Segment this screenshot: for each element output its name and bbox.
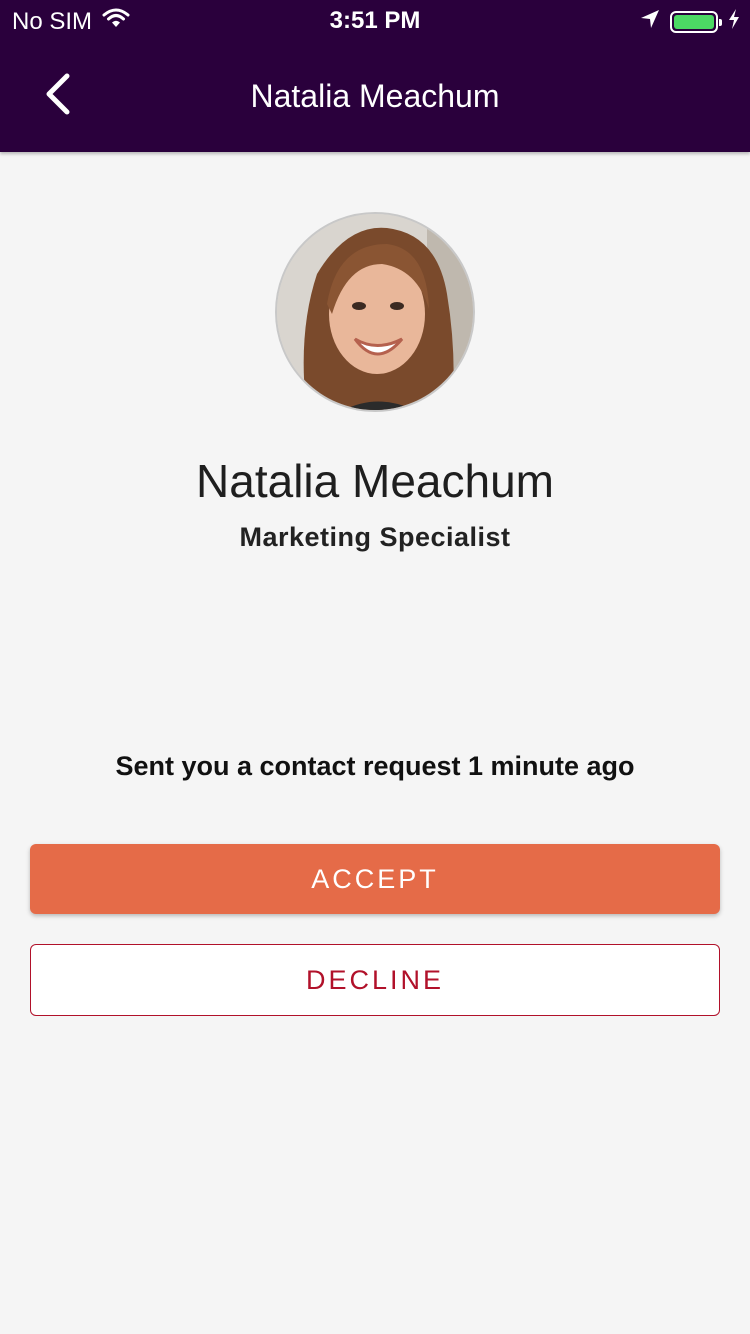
request-message: Sent you a contact request 1 minute ago bbox=[115, 751, 635, 781]
profile-name: Natalia Meachum bbox=[196, 455, 554, 507]
navigation-bar: Natalia Meachum bbox=[0, 40, 750, 152]
decline-button[interactable]: DECLINE bbox=[30, 944, 720, 1016]
top-bar: No SIM 3:51 PM Natalia Meachum bbox=[0, 0, 750, 152]
battery-level bbox=[674, 15, 714, 29]
status-bar: No SIM 3:51 PM bbox=[0, 0, 750, 40]
avatar-portrait bbox=[277, 214, 473, 410]
accept-button[interactable]: ACCEPT bbox=[30, 844, 720, 914]
profile-role: Marketing Specialist bbox=[239, 522, 511, 552]
location-arrow-icon bbox=[640, 8, 660, 36]
nav-title: Natalia Meachum bbox=[250, 78, 500, 114]
status-right-group bbox=[640, 8, 740, 36]
avatar bbox=[275, 212, 475, 412]
status-time: 3:51 PM bbox=[329, 7, 421, 34]
battery-icon bbox=[670, 11, 722, 33]
charging-bolt-icon bbox=[728, 8, 740, 36]
